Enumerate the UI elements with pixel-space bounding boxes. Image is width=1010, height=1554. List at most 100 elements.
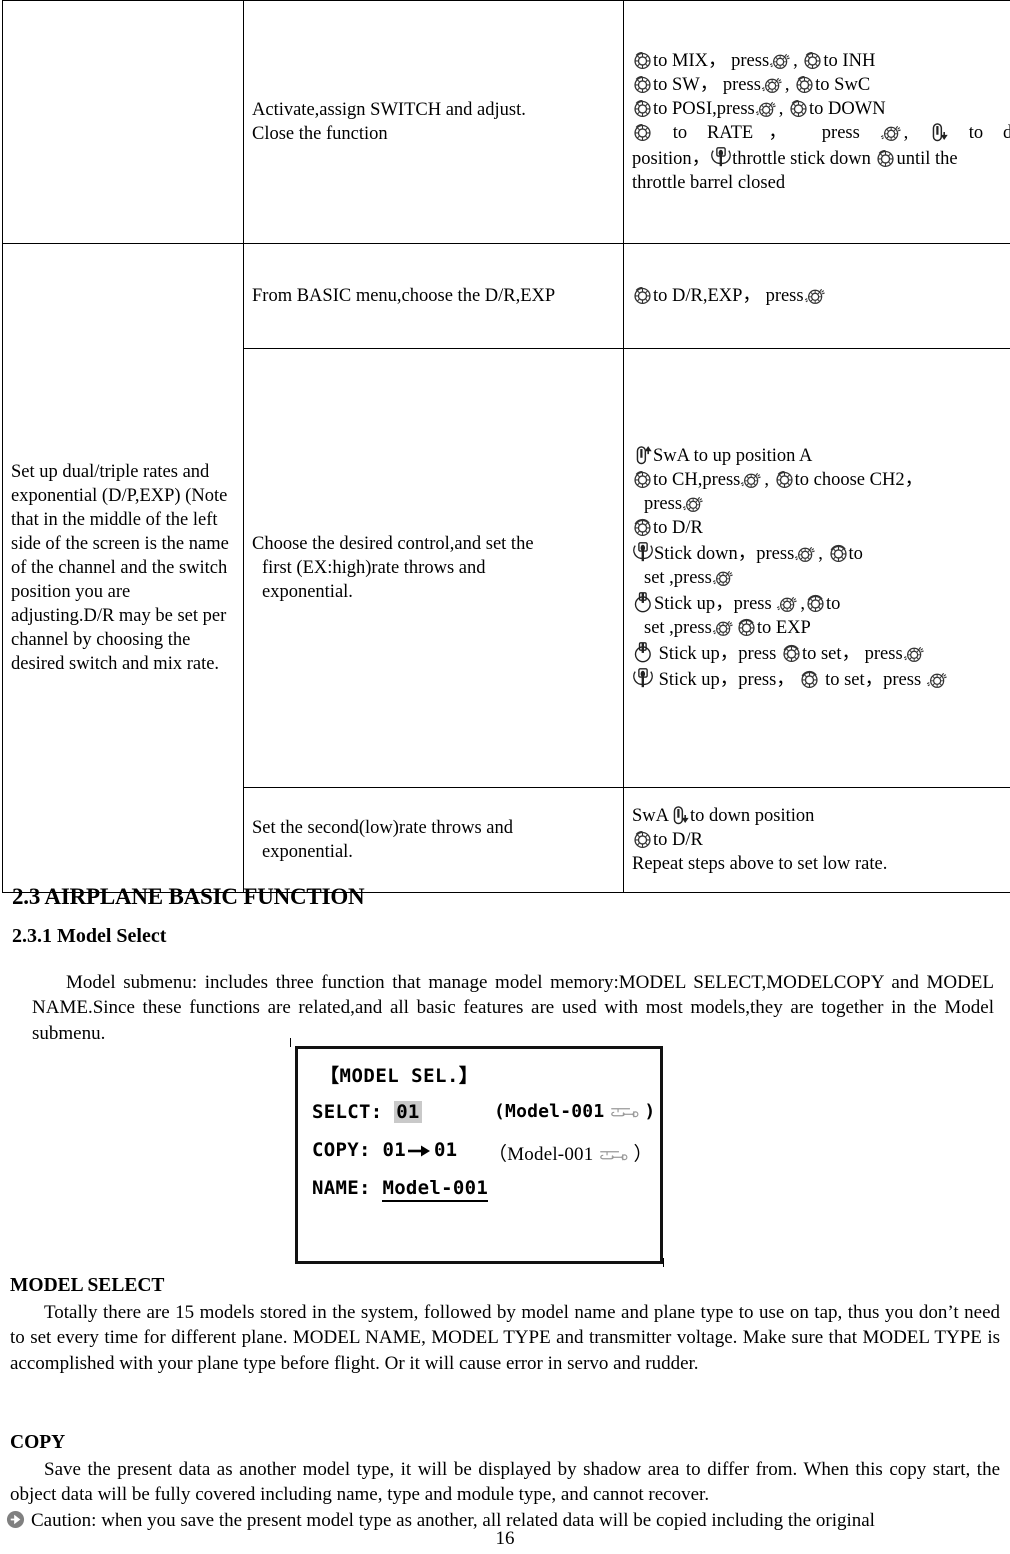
- step-text: throttle stick down: [732, 149, 871, 170]
- step-text: to set，: [801, 644, 861, 665]
- step-line: to RATE， press , to down: [632, 121, 1010, 145]
- step-text: set ,press: [644, 618, 712, 639]
- lcd-name-value[interactable]: Model-001: [382, 1177, 489, 1202]
- step-text: press: [731, 50, 770, 71]
- rotary-dial-icon: [794, 74, 815, 95]
- table-row: Activate,assign SWITCH and adjust. Close…: [2, 0, 1010, 244]
- dual-rate-description-cell: Set up dual/triple rates and exponential…: [2, 243, 244, 893]
- dial-press-icon: [776, 593, 800, 614]
- row3-desc-line1: Choose the desired control,and set the: [252, 533, 534, 554]
- dial-press-icon: [712, 617, 736, 638]
- lcd-name-row: NAME: Model-001: [312, 1177, 489, 1202]
- dial-press-icon: [880, 122, 904, 143]
- step-line: to SW， press, to SwC: [632, 73, 1010, 97]
- model-select-body: Totally there are 15 models stored in th…: [10, 1302, 1000, 1374]
- dial-press-icon: [794, 543, 818, 564]
- lcd-copy-paren-close: ）: [633, 1144, 653, 1165]
- step-line: to POSI,press, to DOWN: [632, 97, 1010, 121]
- step-text: Stick up，press: [658, 644, 777, 665]
- dial-press-icon: [804, 285, 828, 306]
- step-text: to set，press: [825, 670, 922, 691]
- step-line: to CH,press, to choose CH2，: [632, 468, 1010, 492]
- step-line: to D/R: [632, 516, 1010, 540]
- rotary-dial-icon: [802, 50, 823, 71]
- step-text: to choose CH2，: [794, 469, 924, 490]
- step-text: press: [765, 285, 804, 306]
- step-text: press: [864, 644, 903, 665]
- step-text: ,: [764, 469, 769, 490]
- step-text: press: [722, 74, 761, 95]
- lcd-copy-label: COPY:: [312, 1139, 371, 1161]
- table-row: Set up dual/triple rates and exponential…: [2, 243, 1010, 893]
- rotary-dial-icon: [774, 469, 795, 490]
- step-text: to EXP: [756, 618, 811, 639]
- step-text: to DOWN: [809, 98, 886, 119]
- rotary-dial-icon: [736, 617, 757, 638]
- step-text: to SW，: [653, 74, 719, 95]
- row3-desc-line3: exponential.: [262, 582, 353, 603]
- lcd-select-value[interactable]: 01: [394, 1101, 422, 1123]
- crop-tick-top-left: [290, 1038, 291, 1047]
- lcd-title: 【MODEL SEL.】: [320, 1065, 479, 1087]
- step-line: Stick up，press to set， press: [632, 640, 1010, 666]
- procedure-table: Activate,assign SWITCH and adjust. Close…: [2, 0, 1010, 893]
- row2-desc-line1: From BASIC menu,choose the D/R,EXP: [252, 285, 556, 306]
- row3-steps-cell: SwA to up position A to CH,press, to cho…: [623, 348, 1010, 788]
- rotary-dial-icon: [632, 122, 653, 143]
- crop-tick-bottom-right: [663, 1258, 664, 1267]
- rotary-dial-icon: [799, 669, 820, 690]
- helicopter-icon: [607, 1105, 641, 1126]
- step-text: Stick up，press: [654, 594, 772, 615]
- step-text: to D/R: [653, 517, 703, 538]
- step-text: to RATE，: [672, 123, 802, 143]
- rotary-dial-icon: [632, 469, 653, 490]
- step-text: to MIX，: [653, 50, 727, 71]
- step-line: position， throttle stick down until the: [632, 145, 1010, 171]
- stick-up-icon: [632, 590, 654, 614]
- page-number: 16: [495, 1528, 515, 1549]
- step-text: to SwC: [815, 74, 871, 95]
- rotary-dial-icon: [632, 517, 653, 538]
- throttle-stick-icon: [632, 666, 654, 690]
- lcd-copy-from[interactable]: 01: [382, 1139, 405, 1161]
- row4-description-cell: Set the second(low)rate throws and expon…: [243, 787, 624, 893]
- dial-press-icon: [712, 567, 736, 588]
- dial-press-icon: [769, 50, 793, 71]
- row1-desc-line1: Activate,assign SWITCH and adjust.: [252, 99, 526, 120]
- step-line: set ,press: [632, 566, 1010, 590]
- rotary-dial-icon: [788, 98, 809, 119]
- step-text: press: [644, 493, 683, 514]
- step-line: SwA to down position: [632, 804, 1010, 828]
- step-text: ,: [784, 74, 790, 95]
- step-line: press: [632, 492, 1010, 516]
- step-text: to CH,press: [653, 469, 741, 490]
- step-text: to: [825, 594, 841, 615]
- copy-label: COPY: [10, 1432, 66, 1453]
- copy-body: Save the present data as another model t…: [10, 1459, 1000, 1506]
- row1-desc-line2: Close the function: [252, 124, 388, 144]
- dial-press-icon: [755, 98, 779, 119]
- step-line: Stick up，press , to: [632, 590, 1010, 616]
- step-line: SwA to up position A: [632, 444, 1010, 468]
- dial-press-icon: [682, 493, 706, 514]
- step-text: to: [848, 543, 863, 564]
- step-text: ,: [818, 543, 823, 564]
- step-line: to D/R: [632, 828, 1010, 852]
- lcd-copy-model-name: （Model-001: [488, 1144, 594, 1165]
- step-text: Stick up，press，: [658, 670, 795, 691]
- step-line: throttle barrel closed: [632, 171, 1010, 195]
- step-text: ,: [903, 123, 909, 143]
- step-line: Stick down，press, to: [632, 540, 1010, 566]
- lcd-select-row: SELCT: 01: [312, 1101, 422, 1123]
- row2-description-cell: From BASIC menu,choose the D/R,EXP: [243, 243, 624, 349]
- step-line: Repeat steps above to set low rate.: [632, 852, 1010, 876]
- step-line: to MIX， press, to INH: [632, 49, 1010, 73]
- lcd-copy-to[interactable]: 01: [434, 1139, 457, 1161]
- lcd-copy-model-info: （Model-001 ）: [488, 1139, 653, 1170]
- helicopter-icon: [596, 1148, 630, 1170]
- step-text: ,: [778, 98, 784, 119]
- row3-desc-line2: first (EX:high)rate throws and: [262, 557, 486, 578]
- row1-steps-cell: to MIX， press, to INH to SW， press, to S…: [623, 0, 1010, 244]
- rotary-dial-icon: [632, 98, 653, 119]
- dial-press-icon: [903, 643, 927, 664]
